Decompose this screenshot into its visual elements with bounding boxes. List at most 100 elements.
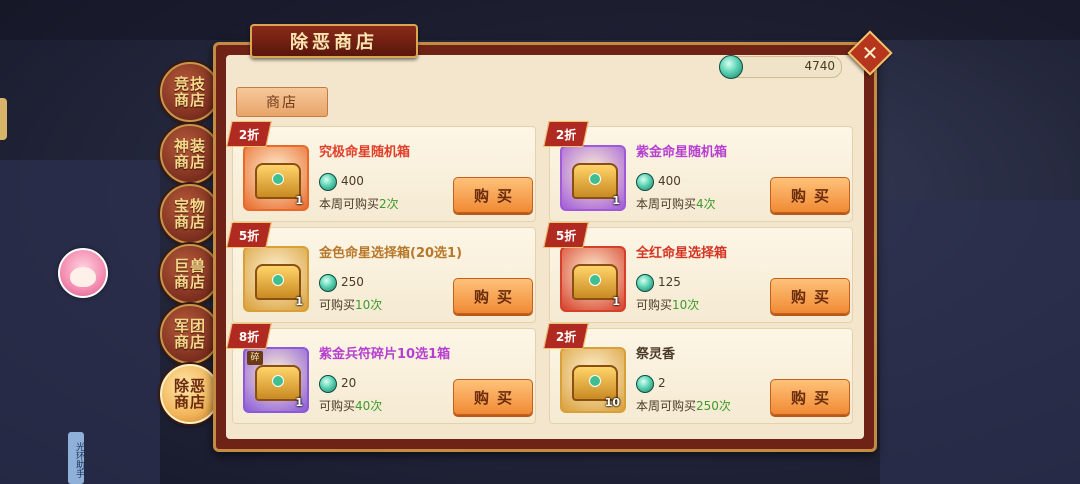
- tab-shop-label: 商店: [266, 95, 298, 111]
- item-icon-frame: 10: [560, 347, 626, 413]
- tab-arena-shop[interactable]: 竞技商店: [160, 62, 220, 122]
- tab-label: 除恶商店: [174, 377, 207, 411]
- discount-ribbon: 2折: [226, 121, 272, 147]
- page-title: 除恶商店: [290, 32, 378, 53]
- discount-ribbon: 2折: [543, 323, 589, 349]
- limit-count: 2次: [379, 197, 399, 211]
- jade-gem-icon: [319, 375, 337, 393]
- purchase-limit: 可购买10次: [636, 296, 699, 313]
- item-name: 紫金兵符碎片10选1箱: [319, 347, 451, 362]
- buy-button[interactable]: 购买: [770, 379, 850, 415]
- tab-label: 神装商店: [174, 137, 207, 171]
- jade-gem-icon: [319, 173, 337, 191]
- discount-label: 5折: [555, 228, 577, 243]
- shop-item-card: 1 2折 究极命星随机箱 400 本周可购买2次 购买: [226, 121, 536, 222]
- shop-item-card: 1 5折 全红命星选择箱 125 可购买10次 购买: [543, 222, 853, 323]
- close-icon: ✕: [861, 41, 879, 65]
- buy-button[interactable]: 购买: [770, 177, 850, 213]
- item-icon-frame: 1: [560, 145, 626, 211]
- item-count: 1: [612, 194, 620, 207]
- item-price: 2: [658, 376, 666, 390]
- tab-legion-shop[interactable]: 军团商店: [160, 304, 220, 364]
- item-grid: 1 2折 究极命星随机箱 400 本周可购买2次 购买 1 2折 紫金命星随机箱…: [226, 121, 856, 424]
- discount-label: 2折: [555, 329, 577, 344]
- tab-treasure-shop[interactable]: 宝物商店: [160, 184, 220, 244]
- buy-button-label: 购买: [790, 388, 837, 407]
- tab-beast-shop[interactable]: 巨兽商店: [160, 244, 220, 304]
- fragment-badge: 碎: [247, 351, 263, 365]
- jade-gem-icon: [319, 274, 337, 292]
- background-scenery: [880, 200, 1080, 484]
- shop-item-card: 10 2折 祭灵香 2 本周可购买250次 购买: [543, 323, 853, 424]
- tab-divine-gear-shop[interactable]: 神装商店: [160, 124, 220, 184]
- item-icon-frame: 1: [560, 246, 626, 312]
- discount-ribbon: 2折: [543, 121, 589, 147]
- tab-evil-purge-shop[interactable]: 除恶商店: [160, 364, 220, 424]
- item-count: 10: [604, 396, 620, 409]
- tab-shop[interactable]: 商店: [236, 87, 328, 117]
- shop-item-card: 碎1 8折 紫金兵符碎片10选1箱 20 可购买40次 购买: [226, 323, 536, 424]
- buy-button[interactable]: 购买: [453, 379, 533, 415]
- purchase-limit: 本周可购买2次: [319, 195, 399, 212]
- item-count: 1: [295, 295, 303, 308]
- limit-count: 10次: [355, 298, 383, 312]
- buy-button-label: 购买: [473, 186, 520, 205]
- item-name: 祭灵香: [636, 347, 676, 362]
- avatar[interactable]: [58, 248, 108, 298]
- buy-button[interactable]: 购买: [770, 278, 850, 314]
- item-count: 1: [295, 396, 303, 409]
- buy-button-label: 购买: [473, 287, 520, 306]
- discount-label: 5折: [238, 228, 260, 243]
- helper-float-button[interactable]: 光环助手: [68, 432, 84, 484]
- discount-ribbon: 5折: [226, 222, 272, 248]
- limit-prefix: 可购买: [319, 399, 356, 413]
- item-icon-frame: 碎1: [243, 347, 309, 413]
- item-icon-frame: 1: [243, 145, 309, 211]
- item-price: 125: [658, 275, 681, 289]
- limit-prefix: 本周可购买: [319, 197, 380, 211]
- discount-label: 8折: [238, 329, 260, 344]
- jade-gem-icon: [636, 173, 654, 191]
- shop-item-card: 1 2折 紫金命星随机箱 400 本周可购买4次 购买: [543, 121, 853, 222]
- item-name: 金色命星选择箱(20选1): [319, 246, 463, 261]
- top-bar-background: [0, 0, 1080, 40]
- item-price: 250: [341, 275, 364, 289]
- discount-label: 2折: [555, 127, 577, 142]
- purchase-limit: 本周可购买250次: [636, 397, 731, 414]
- limit-count: 250次: [696, 399, 731, 413]
- discount-ribbon: 5折: [543, 222, 589, 248]
- buy-button-label: 购买: [790, 186, 837, 205]
- currency-amount: 4740: [804, 59, 835, 73]
- purchase-limit: 可购买10次: [319, 296, 382, 313]
- purchase-limit: 本周可购买4次: [636, 195, 716, 212]
- buy-button-label: 购买: [790, 287, 837, 306]
- limit-count: 4次: [696, 197, 716, 211]
- item-price: 400: [341, 174, 364, 188]
- panel-title-plate: 除恶商店: [250, 24, 418, 58]
- buy-button-label: 购买: [473, 388, 520, 407]
- buy-button[interactable]: 购买: [453, 177, 533, 213]
- buy-button[interactable]: 购买: [453, 278, 533, 314]
- item-name: 紫金命星随机箱: [636, 145, 728, 160]
- item-count: 1: [612, 295, 620, 308]
- jade-gem-icon: [636, 274, 654, 292]
- jade-gem-icon: [719, 55, 743, 79]
- limit-prefix: 可购买: [319, 298, 356, 312]
- tab-label: 巨兽商店: [174, 257, 207, 291]
- currency-display: 4740: [719, 55, 842, 79]
- tab-label: 宝物商店: [174, 197, 207, 231]
- purchase-limit: 可购买40次: [319, 397, 382, 414]
- item-name: 全红命星选择箱: [636, 246, 728, 261]
- tab-label: 军团商店: [174, 317, 207, 351]
- limit-prefix: 本周可购买: [636, 399, 697, 413]
- discount-ribbon: 8折: [226, 323, 272, 349]
- limit-prefix: 可购买: [636, 298, 673, 312]
- item-price: 400: [658, 174, 681, 188]
- jade-gem-icon: [636, 375, 654, 393]
- limit-prefix: 本周可购买: [636, 197, 697, 211]
- side-drawer-handle[interactable]: [0, 98, 7, 140]
- avatar-face: [70, 267, 96, 287]
- item-icon-frame: 1: [243, 246, 309, 312]
- limit-count: 10次: [672, 298, 700, 312]
- item-count: 1: [295, 194, 303, 207]
